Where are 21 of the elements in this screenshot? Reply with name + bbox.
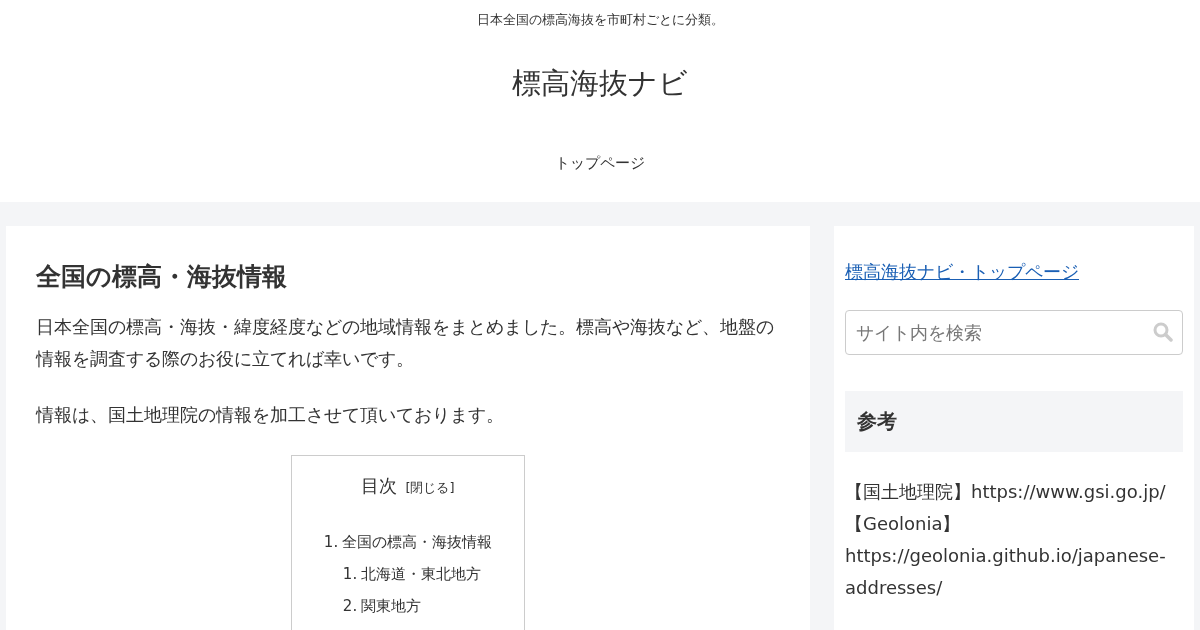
toc-link[interactable]: 北海道・東北地方: [361, 558, 482, 590]
search-field[interactable]: サイト内を検索: [845, 310, 1183, 355]
toc-link[interactable]: 関東地方: [361, 590, 422, 622]
top-page-link[interactable]: 標高海抜ナビ・トップページ: [845, 261, 1079, 282]
article-title: 全国の標高・海抜情報: [36, 261, 288, 293]
toc-link[interactable]: 全国の標高・海抜情報: [342, 526, 493, 558]
paragraph: 日本全国の標高・海抜・緯度経度などの地域情報をまとめました。標高や海抜など、地盤の情報を調査する際のお役に立てれば幸いです。: [36, 315, 775, 371]
search-icon[interactable]: [1153, 322, 1173, 342]
toc-number: 1.: [323, 532, 339, 553]
toc-title: 目次: [361, 474, 398, 498]
toc-toggle[interactable]: [閉じる]: [405, 479, 455, 497]
section-title: 参考: [845, 391, 1183, 452]
nav-link[interactable]: トップページ: [555, 154, 645, 173]
toc-number: 2.: [342, 596, 358, 617]
reference-text: https://geolonia.github.io/japanese-addresses/: [845, 544, 1167, 600]
site-tagline: 日本全国の標高海抜を市町村ごとに分類。: [476, 11, 724, 29]
site-title[interactable]: 標高海抜ナビ: [512, 64, 688, 104]
reference-text: 【国土地理院】https://www.gsi.go.jp/: [845, 480, 1167, 504]
reference-text: 【Geolonia】: [845, 512, 962, 536]
toc-number: 1.: [342, 564, 358, 585]
paragraph: 情報は、国土地理院の情報を加工させて頂いております。: [36, 403, 505, 427]
